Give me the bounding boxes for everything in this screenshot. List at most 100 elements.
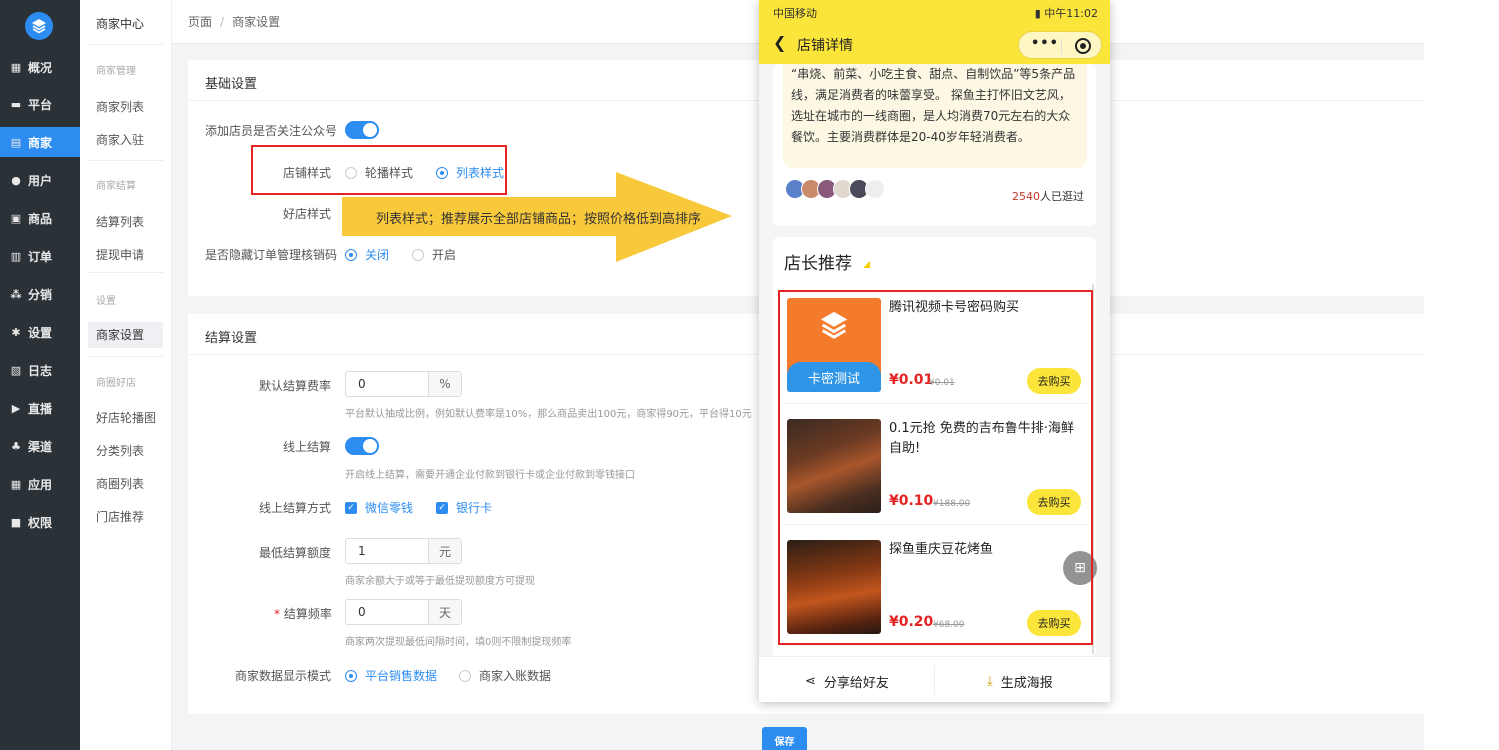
store-description: “串烧、前菜、小吃主食、甜点、自制饮品”等5条产品线，满足消费者的味蕾享受。 探… bbox=[783, 64, 1087, 168]
channel-icon: ♣ bbox=[11, 439, 21, 453]
logo-icon[interactable] bbox=[25, 12, 53, 40]
download-icon: ⤓ bbox=[987, 674, 993, 689]
back-chevron-icon[interactable]: ❮ bbox=[773, 33, 786, 52]
divider bbox=[934, 665, 935, 695]
breadcrumb-separator: / bbox=[220, 14, 225, 29]
nav-item-log[interactable]: ▧ 日志 bbox=[0, 355, 80, 385]
nav-item-channel[interactable]: ♣ 渠道 bbox=[0, 431, 80, 461]
nav-item-user[interactable]: ● 用户 bbox=[0, 165, 80, 195]
nav-label: 分销 bbox=[28, 287, 53, 302]
radio-label: 商家入账数据 bbox=[479, 669, 552, 683]
avatar bbox=[865, 179, 885, 199]
dashboard-icon: ▦ bbox=[10, 60, 22, 74]
save-button[interactable]: 保存 bbox=[762, 727, 807, 750]
subnav-item-merchant-list[interactable]: 商家列表 bbox=[96, 98, 144, 115]
min-label: 最低结算额度 bbox=[259, 546, 332, 560]
subnav-item-merchant-settings[interactable]: 商家设置 bbox=[88, 322, 163, 348]
title-mark-icon bbox=[863, 261, 870, 268]
nav-item-apps[interactable]: ▦ 应用 bbox=[0, 469, 80, 499]
freq-input-group: 天 bbox=[345, 599, 462, 625]
sub-sidebar: 商家中心 商家管理 商家列表 商家入驻 商家结算 结算列表 提现申请 设置 商家… bbox=[80, 0, 172, 750]
close-target-icon[interactable] bbox=[1075, 38, 1091, 54]
subnav-item-carousel[interactable]: 好店轮播图 bbox=[96, 409, 156, 426]
rate-hint: 平台默认抽成比例，例如默认费率是10%，那么商品卖出100元，商家得90元，平台… bbox=[345, 409, 752, 420]
nav-label: 概况 bbox=[28, 60, 53, 75]
share-icon: ⋖ bbox=[805, 674, 816, 689]
store-icon: ▤ bbox=[10, 135, 22, 149]
subnav-group-title: 商家结算 bbox=[96, 181, 136, 192]
panel-title: 结算设置 bbox=[205, 331, 258, 346]
min-hint: 商家余额大于或等于最低提现额度方可提现 bbox=[345, 576, 535, 587]
lock-icon: ■ bbox=[10, 515, 22, 529]
method-label: 线上结算方式 bbox=[259, 501, 332, 515]
wechat-change-checkbox[interactable]: ✓ 微信零钱 bbox=[345, 499, 413, 516]
poster-button[interactable]: ⤓ 生成海报 bbox=[987, 672, 1053, 691]
distribution-icon: ⁂ bbox=[10, 287, 22, 301]
nav-item-distribution[interactable]: ⁂ 分销 bbox=[0, 279, 80, 309]
status-time: 中午11:02 bbox=[1044, 7, 1098, 20]
share-label: 分享给好友 bbox=[823, 676, 889, 691]
divider bbox=[88, 272, 164, 273]
min-input[interactable] bbox=[346, 539, 428, 563]
carrier-text: 中国移动 bbox=[773, 7, 817, 20]
visited-suffix: 人已逛过 bbox=[1040, 190, 1084, 203]
breadcrumb-root[interactable]: 页面 bbox=[188, 13, 212, 30]
nav-item-live[interactable]: ▶ 直播 bbox=[0, 393, 80, 423]
store-info-card: “串烧、前菜、小吃主食、甜点、自制饮品”等5条产品线，满足消费者的味蕾享受。 探… bbox=[773, 64, 1096, 226]
phone-navbar: ❮ 店铺详情 ••• bbox=[759, 24, 1110, 64]
rate-unit: % bbox=[428, 372, 461, 396]
subnav-group-title: 商圈好店 bbox=[96, 378, 136, 389]
annotation-text: 列表样式；推荐展示全部店铺商品；按照价格低到高排序 bbox=[376, 212, 702, 227]
phone-bottom-bar: ⋖ 分享给好友 ⤓ 生成海报 bbox=[759, 656, 1110, 702]
online-hint: 开启线上结算，需要开通企业付款到银行卡或企业付款到零钱接口 bbox=[345, 470, 635, 481]
display-merchant-radio[interactable]: 商家入账数据 bbox=[459, 667, 551, 684]
nav-label: 渠道 bbox=[28, 439, 53, 454]
nav-item-permission[interactable]: ■ 权限 bbox=[0, 507, 80, 537]
subnav-item-business-circle[interactable]: 商圈列表 bbox=[96, 475, 144, 492]
min-input-group: 元 bbox=[345, 538, 462, 564]
checkbox-label: 银行卡 bbox=[456, 501, 493, 515]
visitor-avatars bbox=[785, 179, 885, 203]
nav-label: 订单 bbox=[28, 249, 53, 264]
nav-label: 商家 bbox=[28, 135, 53, 150]
battery-icon: ▮ bbox=[1034, 7, 1045, 20]
subnav-item-withdraw[interactable]: 提现申请 bbox=[96, 246, 144, 263]
nav-label: 日志 bbox=[28, 363, 53, 378]
monitor-icon: ▬ bbox=[10, 97, 22, 111]
subnav-group-title: 商家管理 bbox=[96, 66, 136, 77]
freq-input[interactable] bbox=[346, 600, 428, 624]
radio-label: 平台销售数据 bbox=[365, 669, 438, 683]
hide-code-label: 是否隐藏订单管理核销码 bbox=[205, 248, 338, 262]
share-button[interactable]: ⋖ 分享给好友 bbox=[805, 672, 889, 691]
panel-title: 基础设置 bbox=[205, 77, 258, 92]
nav-item-goods[interactable]: ▣ 商品 bbox=[0, 203, 80, 233]
freq-hint: 商家两次提现最低间隔时间，填0则不限制提现频率 bbox=[345, 637, 572, 648]
breadcrumb-current: 商家设置 bbox=[232, 15, 281, 29]
apps-icon: ▦ bbox=[10, 477, 22, 491]
rate-input[interactable] bbox=[346, 372, 428, 396]
subnav-item-store-recommend[interactable]: 门店推荐 bbox=[96, 508, 144, 525]
nav-item-merchant[interactable]: ▤ 商家 bbox=[0, 127, 80, 157]
nav-item-settings[interactable]: ✱ 设置 bbox=[0, 317, 80, 347]
divider bbox=[88, 356, 164, 357]
follow-toggle[interactable] bbox=[345, 121, 379, 139]
subnav-item-merchant-join[interactable]: 商家入驻 bbox=[96, 131, 144, 148]
nav-item-order[interactable]: ▥ 订单 bbox=[0, 241, 80, 271]
divider bbox=[88, 44, 164, 45]
online-toggle[interactable] bbox=[345, 437, 379, 455]
subnav-item-category[interactable]: 分类列表 bbox=[96, 442, 144, 459]
nav-label: 应用 bbox=[28, 477, 53, 492]
min-unit: 元 bbox=[428, 539, 461, 563]
subnav-group-title: 设置 bbox=[96, 296, 116, 307]
nav-item-overview[interactable]: ▦ 概况 bbox=[0, 52, 80, 82]
more-dots-icon[interactable]: ••• bbox=[1031, 36, 1059, 51]
log-icon: ▧ bbox=[10, 363, 22, 377]
nav-item-platform[interactable]: ▬ 平台 bbox=[0, 89, 80, 119]
recommend-title: 店长推荐 bbox=[784, 254, 852, 274]
subnav-item-settle-list[interactable]: 结算列表 bbox=[96, 213, 144, 230]
freq-label-wrap: * 结算频率 bbox=[274, 605, 332, 622]
subnav-title: 商家中心 bbox=[96, 17, 145, 31]
bank-card-checkbox[interactable]: ✓ 银行卡 bbox=[436, 499, 492, 516]
display-platform-radio[interactable]: 平台销售数据 bbox=[345, 667, 437, 684]
divider bbox=[1061, 38, 1062, 54]
